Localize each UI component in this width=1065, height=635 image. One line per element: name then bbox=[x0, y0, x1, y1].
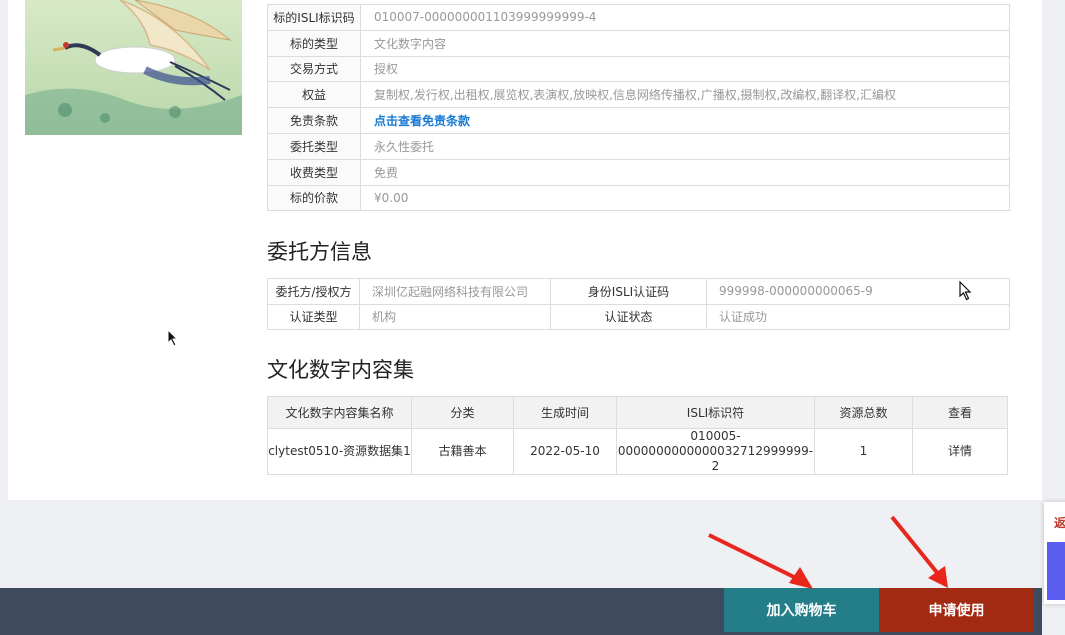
arrow-to-cart bbox=[708, 533, 813, 589]
arrow-to-apply bbox=[890, 515, 948, 588]
annotation-arrows bbox=[708, 515, 948, 589]
